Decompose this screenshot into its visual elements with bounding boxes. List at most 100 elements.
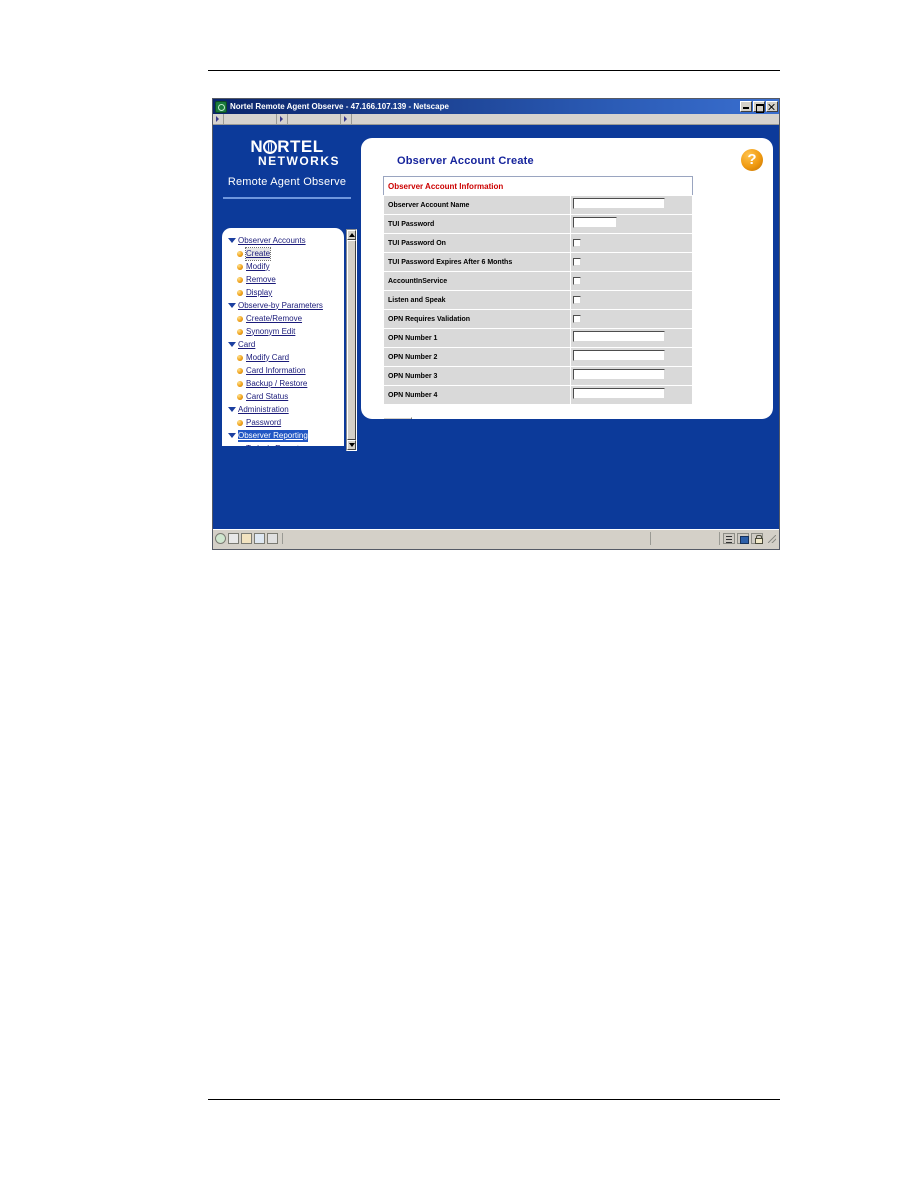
- address-book-icon[interactable]: [254, 533, 265, 544]
- plugin-icon[interactable]: [737, 533, 749, 544]
- bullet-icon: [234, 352, 245, 363]
- status-message: [283, 532, 651, 545]
- logo-divider: [223, 197, 351, 199]
- nortel-logo: N RTEL NETWORKS Remote Agent Observe: [213, 125, 361, 189]
- resize-grip[interactable]: [767, 533, 777, 544]
- opn-number-4-input[interactable]: [573, 388, 665, 399]
- nav-item-label: Observer Accounts: [238, 235, 306, 245]
- compose-icon[interactable]: [241, 533, 252, 544]
- page-title: Observer Account Create: [397, 155, 534, 167]
- toolbar-segment-3: [352, 114, 779, 124]
- field-value-cell: [570, 290, 693, 310]
- scrollbar-thumb[interactable]: [347, 240, 356, 440]
- toolbar-strip: [213, 114, 779, 125]
- nav-item-label: Administration: [238, 404, 289, 414]
- field-value-cell: [570, 309, 693, 329]
- nortel-globe-icon: [263, 139, 278, 154]
- nav-item-remove[interactable]: Remove: [226, 273, 342, 286]
- browser-content: N RTEL NETWORKS Remote Agent Observe Obs…: [213, 125, 779, 529]
- bullet-icon: [234, 391, 245, 402]
- nav-item-today-s-report[interactable]: Today's Report: [226, 442, 342, 447]
- nav-item-observer-accounts[interactable]: Observer Accounts: [226, 234, 342, 247]
- field-label: OPN Number 1: [383, 328, 571, 348]
- scrollbar-track[interactable]: [347, 240, 356, 440]
- field-label: TUI Password: [383, 214, 571, 234]
- nav-item-card-status[interactable]: Card Status: [226, 390, 342, 403]
- tui-password-input[interactable]: [573, 217, 617, 228]
- opn-requires-validation-checkbox[interactable]: [573, 315, 581, 323]
- nav-item-label: Display: [246, 287, 273, 297]
- chevron-icon: [226, 339, 237, 350]
- tasks-icon[interactable]: [267, 533, 278, 544]
- nav-item-label: Remove: [246, 274, 276, 284]
- toolbar-gripper-3[interactable]: [341, 114, 352, 124]
- tui-password-expires-after-6-months-checkbox[interactable]: [573, 258, 581, 266]
- nav-item-modify-card[interactable]: Modify Card: [226, 351, 342, 364]
- logo-nortel-wordmark: N RTEL: [213, 138, 361, 155]
- nav-item-password[interactable]: Password: [226, 416, 342, 429]
- add-button[interactable]: Add: [383, 417, 412, 419]
- minimize-button[interactable]: [740, 101, 752, 112]
- accountinservice-checkbox[interactable]: [573, 277, 581, 285]
- title-bar[interactable]: Nortel Remote Agent Observe - 47.166.107…: [213, 99, 779, 114]
- nav-item-observe-by-parameters[interactable]: Observe-by Parameters: [226, 299, 342, 312]
- nav-item-card-information[interactable]: Card Information: [226, 364, 342, 377]
- field-value-cell: [570, 271, 693, 291]
- opn-number-1-input[interactable]: [573, 331, 665, 342]
- form-section-title: Observer Account Information: [383, 176, 693, 196]
- window-title: Nortel Remote Agent Observe - 47.166.107…: [230, 102, 449, 111]
- connection-icon[interactable]: [723, 533, 735, 544]
- observer-account-name-input[interactable]: [573, 198, 665, 209]
- maximize-button[interactable]: [753, 101, 765, 113]
- main-content-panel: ? Observer Account Create Observer Accou…: [361, 138, 773, 419]
- browser-icon[interactable]: [215, 533, 226, 544]
- bullet-icon: [234, 443, 245, 446]
- nav-item-create-remove[interactable]: Create/Remove: [226, 312, 342, 325]
- nav-item-backup-restore[interactable]: Backup / Restore: [226, 377, 342, 390]
- nav-item-synonym-edit[interactable]: Synonym Edit: [226, 325, 342, 338]
- navigation-scrollbar[interactable]: [346, 229, 357, 451]
- form-row: OPN Number 4: [383, 385, 693, 405]
- page-rule-bottom: [208, 1099, 780, 1100]
- scroll-up-arrow-icon[interactable]: [347, 230, 356, 240]
- nav-item-modify[interactable]: Modify: [226, 260, 342, 273]
- nav-item-observer-reporting[interactable]: Observer Reporting: [226, 429, 342, 442]
- bullet-icon: [234, 378, 245, 389]
- close-button[interactable]: [766, 101, 778, 112]
- navigation-panel: Observer Accounts Create Modify Remove Displ…: [222, 228, 344, 446]
- nav-item-label: Create/Remove: [246, 313, 303, 323]
- listen-and-speak-checkbox[interactable]: [573, 296, 581, 304]
- bullet-icon: [234, 365, 245, 376]
- bullet-icon: [234, 313, 245, 324]
- scroll-down-arrow-icon[interactable]: [347, 440, 356, 450]
- tui-password-on-checkbox[interactable]: [573, 239, 581, 247]
- field-value-cell: [570, 214, 693, 234]
- form-section-header-row: Observer Account Information: [383, 176, 693, 196]
- form-row: TUI Password: [383, 214, 693, 234]
- nav-item-label: Password: [246, 417, 282, 427]
- mail-icon[interactable]: [228, 533, 239, 544]
- logo-letters-rtel: RTEL: [277, 137, 324, 156]
- progress-area: [651, 532, 720, 545]
- nav-item-administration[interactable]: Administration: [226, 403, 342, 416]
- field-label: OPN Number 3: [383, 366, 571, 386]
- browser-window: Nortel Remote Agent Observe - 47.166.107…: [212, 98, 780, 550]
- toolbar-gripper-2[interactable]: [277, 114, 288, 124]
- opn-number-2-input[interactable]: [573, 350, 665, 361]
- nav-item-display[interactable]: Display: [226, 286, 342, 299]
- nav-item-label: Card: [238, 339, 256, 349]
- nav-item-label: Card Information: [246, 365, 306, 375]
- form-row: OPN Number 3: [383, 366, 693, 386]
- form-row: Listen and Speak: [383, 290, 693, 310]
- help-question-icon[interactable]: ?: [741, 149, 763, 171]
- form-row: OPN Number 2: [383, 347, 693, 367]
- toolbar-gripper-1[interactable]: [213, 114, 224, 124]
- lock-icon[interactable]: [751, 533, 763, 544]
- nav-item-card[interactable]: Card: [226, 338, 342, 351]
- logo-networks-wordmark: NETWORKS: [258, 154, 340, 168]
- nav-item-create[interactable]: Create: [226, 246, 342, 261]
- bullet-icon: [234, 326, 245, 337]
- opn-number-3-input[interactable]: [573, 369, 665, 380]
- window-controls: [740, 101, 778, 113]
- field-label: AccountInService: [383, 271, 571, 291]
